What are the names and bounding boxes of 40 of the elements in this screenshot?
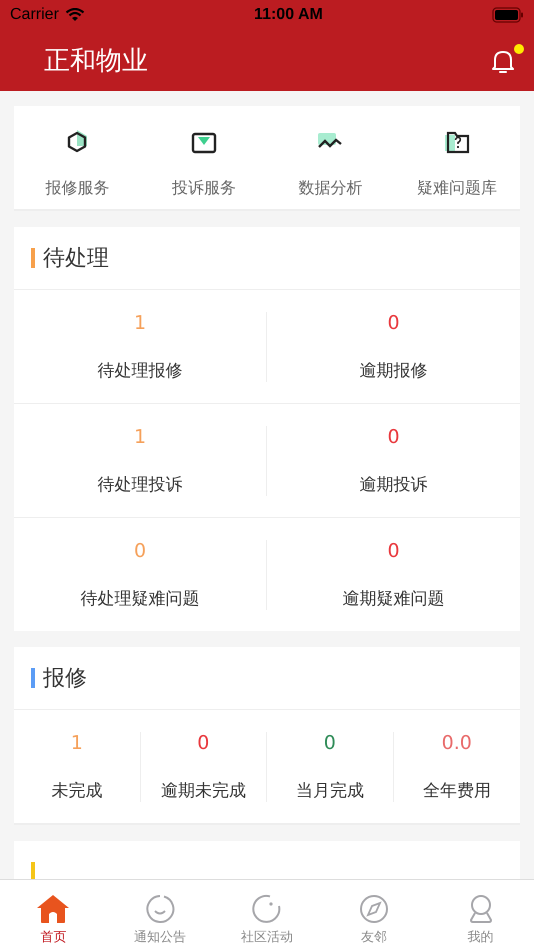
service-button[interactable]: 投诉服务 (140, 126, 267, 199)
stat-value: 0 (134, 540, 146, 562)
battery-icon (492, 7, 524, 23)
tab[interactable]: 通知公告 (106, 880, 214, 950)
clock: 11:00 AM (254, 6, 323, 24)
tab[interactable]: 友邻 (320, 880, 428, 950)
stat-value: 1 (70, 732, 83, 754)
stat-value: 0 (387, 426, 400, 448)
stat-label: 全年费用 (422, 780, 491, 802)
stat-label: 当月完成 (296, 780, 364, 802)
tab[interactable]: 我的 (427, 880, 534, 950)
smile-icon (145, 894, 176, 924)
service-button[interactable]: 疑难问题库 (394, 126, 520, 199)
stat-label: 逾期未完成 (160, 780, 246, 802)
stat-label: 逾期报修 (360, 360, 428, 382)
wifi-icon (64, 8, 85, 22)
circle-icon (252, 894, 282, 924)
stat-value: 1 (134, 312, 146, 334)
stat-value: 1 (134, 426, 146, 448)
service-button[interactable]: 报修服务 (14, 126, 140, 199)
stat-label: 待处理报修 (98, 360, 182, 382)
stat-value: 0 (197, 732, 210, 754)
service-button[interactable]: 数据分析 (267, 126, 394, 199)
section-title: 待处理 (43, 245, 109, 273)
stat-label: 未完成 (51, 780, 102, 802)
stat-value: 0 (387, 540, 400, 562)
stat-label: 待处理疑难问题 (80, 588, 200, 610)
stat-label: 逾期疑难问题 (342, 588, 444, 610)
app-title: 正和物业 (44, 45, 148, 78)
carrier-label: Carrier (10, 6, 59, 24)
tab[interactable]: 社区活动 (214, 880, 320, 950)
stat-label: 逾期投诉 (360, 474, 428, 496)
home-icon (36, 894, 70, 924)
tab[interactable]: 首页 (0, 880, 107, 950)
section-title: 报修 (43, 665, 87, 693)
compass-icon (358, 894, 389, 924)
stat-value: 0.0 (442, 732, 472, 754)
stat-label: 待处理投诉 (98, 474, 182, 496)
stat-value: 0 (324, 732, 336, 754)
stat-value: 0 (387, 312, 400, 334)
